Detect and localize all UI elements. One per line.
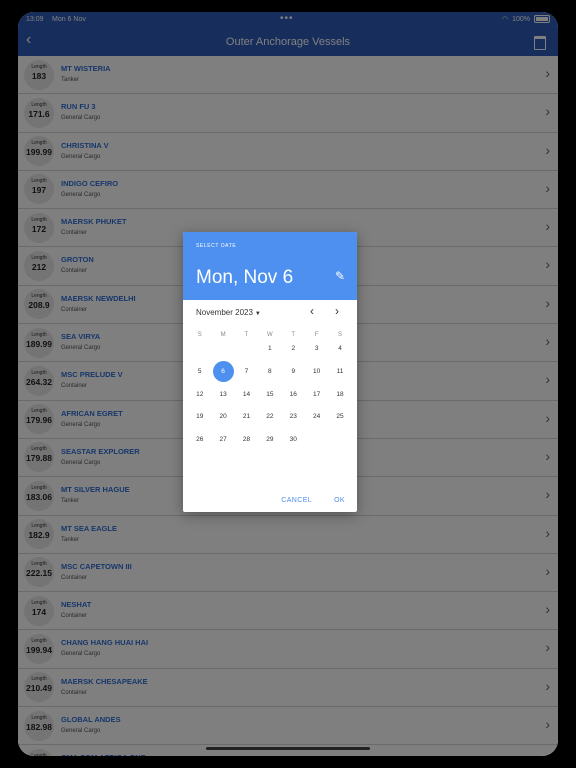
calendar-day[interactable]: 23	[282, 406, 305, 429]
calendar-day[interactable]: 26	[188, 429, 211, 452]
calendar-week-row: 5 6 7 8 9 10 11	[188, 361, 352, 384]
calendar-day[interactable]: 4	[328, 338, 351, 361]
calendar-week-row: 26 27 28 29 30	[188, 429, 352, 452]
calendar-day[interactable]: 22	[258, 406, 281, 429]
calendar-day[interactable]: 13	[211, 384, 234, 407]
calendar-day[interactable]: 1	[258, 338, 281, 361]
calendar-grid: SMTWTFS 1 2 3 4 5 6 7 8 9 10 11 12 13 14 15 16 17 18 19 20 2…	[188, 332, 352, 452]
calendar-day[interactable]: 12	[188, 384, 211, 407]
next-month-chevron-icon[interactable]: ›	[335, 304, 339, 318]
calendar-day[interactable]: 7	[235, 361, 258, 384]
calendar-day[interactable]: 18	[328, 384, 351, 407]
calendar-week-row: 1234	[188, 338, 352, 361]
calendar-day[interactable]: 5	[188, 361, 211, 384]
empty-day-cell	[305, 429, 328, 452]
calendar-day[interactable]: 28	[235, 429, 258, 452]
calendar-day[interactable]: 24	[305, 406, 328, 429]
month-year-label: November 2023	[196, 308, 253, 317]
calendar-day[interactable]: 30	[282, 429, 305, 452]
calendar-day[interactable]: 3	[305, 338, 328, 361]
month-year-selector[interactable]: November 2023 ▼	[196, 308, 261, 317]
empty-day-cell	[328, 429, 351, 452]
empty-day-cell	[188, 338, 211, 361]
empty-day-cell	[235, 338, 258, 361]
day-number: 6	[221, 367, 225, 375]
calendar-day[interactable]: 10	[305, 361, 328, 384]
calendar-day[interactable]: 11	[328, 361, 351, 384]
calendar-day[interactable]: 14	[235, 384, 258, 407]
date-picker-header: SELECT DATE Mon, Nov 6 ✎	[183, 232, 357, 300]
calendar-day[interactable]: 15	[258, 384, 281, 407]
calendar-day[interactable]: 21	[235, 406, 258, 429]
home-indicator	[206, 747, 370, 750]
calendar-day[interactable]: 8	[258, 361, 281, 384]
date-picker-dialog: SELECT DATE Mon, Nov 6 ✎ November 2023 ▼ …	[183, 232, 357, 512]
calendar-day[interactable]: 9	[282, 361, 305, 384]
calendar-day-selected[interactable]: 6	[211, 361, 235, 384]
cancel-button[interactable]: CANCEL	[281, 497, 312, 504]
calendar-day[interactable]: 2	[282, 338, 305, 361]
select-date-label: SELECT DATE	[196, 243, 237, 249]
calendar-day[interactable]: 19	[188, 406, 211, 429]
calendar-day[interactable]: 29	[258, 429, 281, 452]
calendar-day[interactable]: 17	[305, 384, 328, 407]
caret-down-icon: ▼	[254, 311, 261, 317]
previous-month-chevron-icon[interactable]: ‹	[310, 304, 314, 318]
edit-pencil-icon[interactable]: ✎	[335, 269, 345, 283]
empty-day-cell	[211, 338, 234, 361]
calendar-day[interactable]: 27	[211, 429, 234, 452]
selected-date-text: Mon, Nov 6	[196, 267, 294, 288]
calendar-week-row: 12 13 14 15 16 17 18	[188, 384, 352, 407]
calendar-day[interactable]: 20	[211, 406, 234, 429]
ok-button[interactable]: OK	[334, 497, 345, 504]
calendar-weeks: 1 2 3 4 5 6 7 8 9 10 11 12 13 14 15 16 17 18 19 20 21 22 23 24 2…	[188, 338, 352, 452]
calendar-day[interactable]: 25	[328, 406, 351, 429]
calendar-day[interactable]: 16	[282, 384, 305, 407]
dialog-actions: CANCEL OK	[281, 497, 345, 504]
calendar-week-row: 19 20 21 22 23 24 25	[188, 406, 352, 429]
